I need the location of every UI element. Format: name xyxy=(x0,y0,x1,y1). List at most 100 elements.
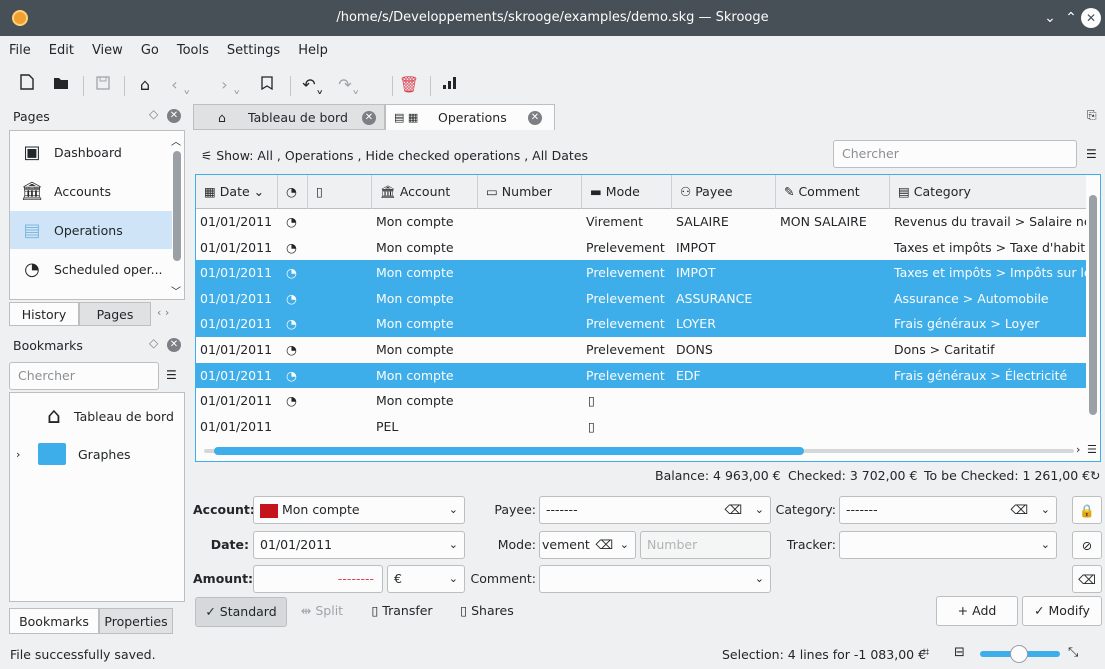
modify-button[interactable]: ✓ Modify xyxy=(1022,596,1102,626)
menu-go[interactable]: Go xyxy=(132,36,168,58)
bookmark-item[interactable]: ⌂ Tableau de bord xyxy=(34,401,174,431)
zoom-slider-handle[interactable] xyxy=(1010,645,1028,663)
comment-combo[interactable]: ⌄ xyxy=(539,565,771,593)
bookmark-icon[interactable] xyxy=(256,72,278,98)
new-file-icon[interactable] xyxy=(16,72,38,98)
lock-button[interactable]: 🔒 xyxy=(1072,496,1102,524)
zoom-out-icon[interactable]: ⊟ xyxy=(954,645,965,660)
zoom-in-icon[interactable]: ⤡ xyxy=(1068,645,1078,660)
table-row[interactable]: 01/01/2011 ◔ Mon compte Prelevement DONS Dons… xyxy=(196,337,1086,363)
filter-bar[interactable]: ⚟ Show: All , Operations , Hide checked … xyxy=(201,148,588,163)
column-recurrent[interactable]: ◔ xyxy=(278,175,308,209)
close-tab-icon[interactable]: ✕ xyxy=(362,111,376,125)
menu-file[interactable]: File xyxy=(0,36,40,58)
zoom-slider[interactable] xyxy=(980,645,1060,663)
page-item-operations[interactable]: ▤ Operations xyxy=(10,211,172,249)
close-panel-icon[interactable]: ✕ xyxy=(167,338,181,352)
expand-icon[interactable]: › xyxy=(16,448,34,461)
amount-field[interactable]: -------- xyxy=(253,565,383,593)
home-icon[interactable]: ⌂ xyxy=(134,72,156,98)
check-button[interactable]: ⊘ xyxy=(1072,531,1102,559)
column-category[interactable]: ▤ Category xyxy=(890,175,1086,209)
bookmarks-search-input[interactable]: Chercher xyxy=(9,362,159,390)
table-row[interactable]: 01/01/2011 ◔ Mon compte Prelevement ASSURANC… xyxy=(196,285,1086,312)
open-folder-icon[interactable] xyxy=(50,72,72,98)
settings-icon[interactable]: ☰ xyxy=(1086,147,1097,161)
refresh-icon[interactable]: ↻ xyxy=(1090,468,1100,483)
tab-operations[interactable]: ▤ ▦ Operations ✕ xyxy=(385,104,555,130)
pages-scrollbar[interactable] xyxy=(173,151,181,261)
operations-search-input[interactable]: Chercher xyxy=(833,140,1077,168)
table-row[interactable]: 01/01/2011 ◔ Mon compte Prelevement EDF Frais… xyxy=(196,362,1086,389)
tracker-combo[interactable]: ⌄ xyxy=(839,531,1057,559)
date-field[interactable]: 01/01/2011 ⌄ xyxy=(253,531,465,559)
menu-tools[interactable]: Tools xyxy=(168,36,218,58)
column-bookmark[interactable]: ▯ xyxy=(308,175,372,209)
add-button[interactable]: + Add xyxy=(936,596,1018,626)
column-number[interactable]: ▭ Number xyxy=(478,175,582,209)
payee-combo[interactable]: ------- ⌫ ⌄ xyxy=(539,496,771,524)
column-settings-icon[interactable]: ☰ xyxy=(1087,443,1097,456)
column-mode[interactable]: ▬ Mode xyxy=(582,175,672,209)
category-combo[interactable]: ------- ⌫ ⌄ xyxy=(839,496,1057,524)
transfer-button[interactable]: ▯ Transfer xyxy=(360,597,444,627)
split-button[interactable]: ⇹ Split xyxy=(292,597,352,627)
scroll-right-icon[interactable]: › xyxy=(1076,443,1080,456)
column-account[interactable]: 🏛 Account xyxy=(372,175,478,209)
table-row[interactable]: 01/01/2011 ◔ Mon compte Prelevement IMPOT Tax… xyxy=(196,260,1086,286)
currency-combo[interactable]: € ⌄ xyxy=(387,565,465,593)
clear-icon[interactable]: ⌫ xyxy=(595,532,613,558)
table-row[interactable]: 01/01/2011 ◔ Mon compte Prelevement LOYER Fra… xyxy=(196,311,1086,337)
table-hscrollbar[interactable] xyxy=(204,447,1074,455)
float-icon[interactable]: ◇ xyxy=(149,336,158,350)
menu-edit[interactable]: Edit xyxy=(40,36,83,58)
table-row[interactable]: 01/01/2011 PEL ▯ xyxy=(196,414,1086,440)
table-row[interactable]: 01/01/2011 ◔ Mon compte Virement SALAIRE MON … xyxy=(196,209,1086,235)
clear-icon[interactable]: ⌫ xyxy=(1010,497,1028,523)
scroll-up-icon[interactable]: ︿ xyxy=(171,133,181,148)
standard-button[interactable]: ✓ Standard xyxy=(195,597,287,627)
clear-form-button[interactable]: ⌫ xyxy=(1072,565,1102,593)
zoom-fit-icon[interactable]: ⌗ xyxy=(922,645,929,660)
close-tab-icon[interactable]: ✕ xyxy=(528,111,542,125)
mode-combo[interactable]: vement ⌫ ⌄ xyxy=(539,531,636,559)
tab-history[interactable]: History xyxy=(9,302,79,326)
filter-icon[interactable]: ☰ xyxy=(166,368,177,382)
tab-pages[interactable]: Pages xyxy=(79,302,151,326)
tab-properties[interactable]: Properties xyxy=(99,608,173,634)
delete-icon[interactable]: 🗑 xyxy=(398,72,420,98)
close-icon[interactable]: ✕ xyxy=(1081,8,1101,28)
column-comment[interactable]: ✎ Comment xyxy=(776,175,890,209)
table-row[interactable]: 01/01/2011 ◔ Mon compte Prelevement IMPOT Tax… xyxy=(196,235,1086,261)
bookmark-folder[interactable]: › Graphes xyxy=(16,439,131,469)
undo-icon[interactable]: ↶ˬ xyxy=(298,72,328,98)
clear-icon[interactable]: ⌫ xyxy=(724,497,742,523)
page-item-dashboard[interactable]: ▣ Dashboard xyxy=(10,133,172,171)
redo-icon[interactable]: ↷ˬ xyxy=(334,72,364,98)
scroll-down-icon[interactable]: ﹀ xyxy=(171,283,181,298)
float-icon[interactable]: ◇ xyxy=(149,107,158,121)
menu-view[interactable]: View xyxy=(83,36,132,58)
save-icon[interactable] xyxy=(92,72,114,98)
chart-icon[interactable] xyxy=(438,72,460,98)
tabs-scroll-icon[interactable]: ‹ › xyxy=(157,306,169,319)
menu-settings[interactable]: Settings xyxy=(218,36,289,58)
maximize-icon[interactable]: ⌃ xyxy=(1061,8,1081,28)
table-vscrollbar[interactable] xyxy=(1089,195,1097,415)
shares-button[interactable]: ▯ Shares xyxy=(450,597,524,627)
new-tab-icon[interactable]: ⎘ xyxy=(1087,108,1097,123)
column-payee[interactable]: ⚇ Payee xyxy=(672,175,776,209)
number-field[interactable]: Number xyxy=(640,531,771,559)
page-item-accounts[interactable]: 🏛 Accounts xyxy=(10,172,172,210)
account-combo[interactable]: Mon compte ⌄ xyxy=(253,496,465,524)
menu-help[interactable]: Help xyxy=(289,36,337,58)
minimize-icon[interactable]: ⌄ xyxy=(1040,8,1060,28)
tab-bookmarks[interactable]: Bookmarks xyxy=(9,608,99,634)
page-item-scheduled[interactable]: ◔ Scheduled oper... xyxy=(10,250,172,288)
tab-dashboard[interactable]: ⌂ Tableau de bord ✕ xyxy=(193,104,385,130)
close-panel-icon[interactable]: ✕ xyxy=(167,109,181,123)
forward-icon[interactable]: › ˬ xyxy=(216,72,246,98)
table-row[interactable]: 01/01/2011 ◔ Mon compte ▯ xyxy=(196,388,1086,414)
column-date[interactable]: ▦ Date ⌄ xyxy=(196,175,278,209)
back-icon[interactable]: ‹ ˬ xyxy=(166,72,196,98)
